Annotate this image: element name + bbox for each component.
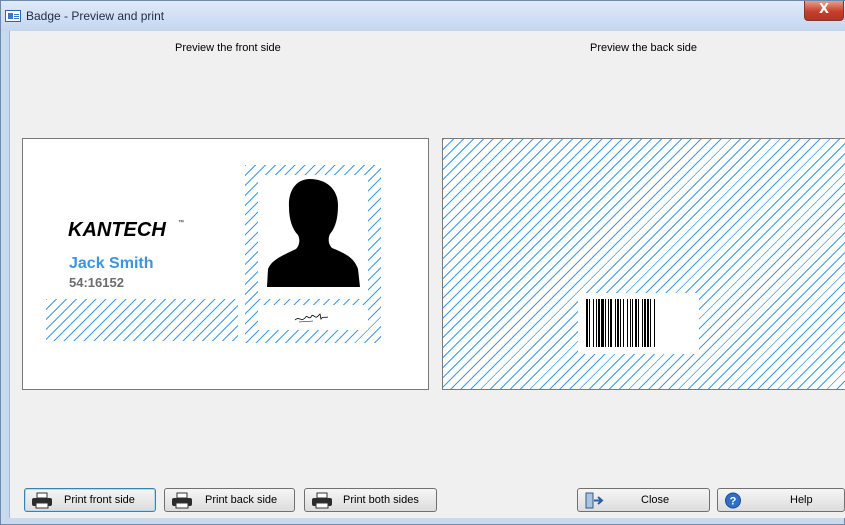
hatch-bar bbox=[46, 299, 238, 341]
barcode-bar bbox=[605, 299, 606, 347]
barcode-bar bbox=[596, 299, 597, 347]
barcode-bar bbox=[638, 299, 639, 347]
front-card-preview: KANTECH ™ Jack Smith 54:16152 bbox=[22, 138, 429, 390]
window-title: Badge - Preview and print bbox=[26, 9, 165, 23]
back-preview-label: Preview the back side bbox=[590, 42, 697, 54]
barcode-graphic bbox=[586, 299, 655, 347]
print-both-label: Print both sides bbox=[343, 494, 419, 506]
barcode-bar bbox=[642, 299, 643, 347]
kantech-logo: KANTECH bbox=[68, 219, 166, 241]
signature-image bbox=[294, 313, 329, 323]
help-icon: ? bbox=[725, 492, 741, 509]
printer-icon bbox=[312, 492, 332, 509]
card-number: 54:16152 bbox=[69, 275, 124, 290]
barcode-bar bbox=[623, 299, 624, 347]
barcode-bar bbox=[654, 299, 655, 347]
printer-icon bbox=[172, 492, 192, 509]
window-close-button[interactable]: X bbox=[804, 1, 844, 21]
barcode-bar bbox=[589, 299, 590, 347]
barcode-bar bbox=[608, 299, 609, 347]
front-preview-label: Preview the front side bbox=[175, 42, 281, 54]
back-card-preview bbox=[442, 138, 845, 390]
dialog-client-area: Preview the front side Preview the back … bbox=[9, 31, 845, 518]
photo-frame bbox=[245, 165, 381, 343]
barcode-bar bbox=[593, 299, 594, 347]
badge-window-icon bbox=[5, 10, 21, 22]
barcode-bar bbox=[632, 299, 633, 347]
signature-area bbox=[258, 305, 368, 330]
barcode-bar bbox=[635, 299, 637, 347]
print-back-label: Print back side bbox=[205, 494, 278, 506]
title-bar[interactable]: Badge - Preview and print X bbox=[1, 1, 845, 31]
barcode-bar bbox=[615, 299, 616, 347]
badge-preview-window: Badge - Preview and print X Preview the … bbox=[0, 0, 845, 525]
help-button[interactable]: ? Help bbox=[717, 488, 845, 512]
barcode-bar bbox=[630, 299, 631, 347]
barcode-bar bbox=[620, 299, 621, 347]
barcode-bar bbox=[650, 299, 651, 347]
barcode-bar bbox=[586, 299, 588, 347]
person-silhouette-icon bbox=[267, 179, 360, 287]
close-label: Close bbox=[641, 494, 670, 506]
print-front-button[interactable]: Print front side bbox=[24, 488, 156, 512]
print-front-label: Print front side bbox=[64, 494, 135, 506]
help-label: Help bbox=[790, 494, 813, 506]
cardholder-photo bbox=[258, 175, 368, 299]
barcode bbox=[578, 293, 699, 354]
barcode-bar bbox=[647, 299, 649, 347]
barcode-bar bbox=[601, 299, 604, 347]
print-both-button[interactable]: Print both sides bbox=[304, 488, 437, 512]
cardholder-name: Jack Smith bbox=[69, 255, 154, 272]
barcode-bar bbox=[598, 299, 600, 347]
barcode-bar bbox=[644, 299, 646, 347]
barcode-bar bbox=[610, 299, 612, 347]
printer-icon bbox=[32, 492, 52, 509]
barcode-bar bbox=[627, 299, 628, 347]
print-back-button[interactable]: Print back side bbox=[164, 488, 295, 512]
barcode-bar bbox=[617, 299, 619, 347]
close-button[interactable]: Close bbox=[577, 488, 710, 512]
svg-text:?: ? bbox=[730, 496, 737, 508]
logo-trademark: ™ bbox=[178, 220, 184, 226]
exit-door-icon bbox=[585, 492, 604, 509]
